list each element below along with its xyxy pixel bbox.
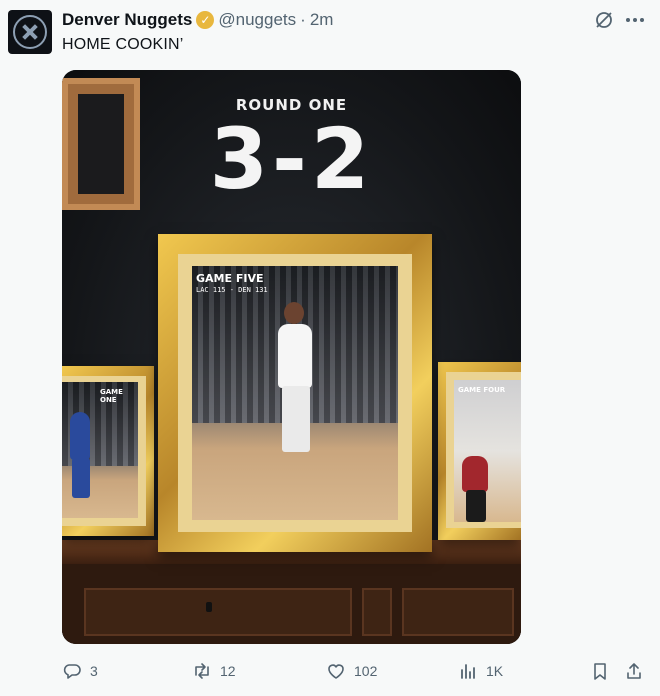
table-body [62,564,521,644]
reply-icon [63,664,81,679]
reply-count: 3 [90,663,98,679]
bookmark-icon [594,663,606,680]
bookmark-button[interactable] [590,658,610,684]
more-icon[interactable] [624,10,646,30]
user-handle[interactable]: @nuggets [218,10,296,30]
player [278,324,312,388]
grok-icon[interactable] [594,10,614,30]
frame-game-five: GAME FIVE LAC 115 - DEN 131 [158,234,432,552]
share-button[interactable] [624,658,644,684]
retweet-count: 12 [220,663,236,679]
tweet-header: Denver Nuggets ✓ @nuggets · 2m [62,9,333,31]
nuggets-logo-icon [13,15,47,49]
timestamp[interactable]: 2m [310,10,334,30]
display-name[interactable]: Denver Nuggets [62,10,192,30]
avatar[interactable] [8,10,52,54]
player [462,456,488,492]
share-icon [627,663,641,679]
retweet-button[interactable]: 12 [192,658,236,684]
tweet-card[interactable]: Denver Nuggets ✓ @nuggets · 2m HOME COOK… [0,0,660,696]
reply-button[interactable]: 3 [62,658,98,684]
frame-game-four: GAME FOUR [438,362,521,540]
player [70,412,90,460]
drawer [362,588,392,636]
game-one-label: GAME ONE [100,388,123,404]
tweet-text: HOME COOKIN’ [62,36,184,53]
views-icon [461,664,475,679]
heart-icon [328,664,344,679]
like-count: 102 [354,663,378,679]
series-score: 3-2 [209,110,374,208]
views-count: 1K [486,663,504,679]
drawer [84,588,352,636]
game-four-photo: GAME FOUR [454,380,521,522]
like-button[interactable]: 102 [326,658,377,684]
separator: · [300,10,306,29]
player-legs [282,386,310,452]
player-legs [466,490,486,522]
game-four-label: GAME FOUR [458,386,506,394]
game-five-photo: GAME FIVE LAC 115 - DEN 131 [192,266,398,520]
game-five-label: GAME FIVE [196,272,264,285]
drawer-knob [206,602,212,612]
frame-game-one: GAME ONE [62,366,154,536]
retweet-icon [195,663,209,679]
drawer [402,588,514,636]
tweet-media-image[interactable]: ROUND ONE 3-2 GAME ONE GAME FOUR GAME FI… [62,70,521,644]
player-legs [72,458,90,498]
tweet-actions: 3 12 102 1K [62,658,652,684]
verified-badge-icon: ✓ [196,11,215,29]
game-five-score: LAC 115 - DEN 131 [196,286,268,294]
player-head [284,302,304,324]
views-button[interactable]: 1K [458,658,503,684]
game-one-photo: GAME ONE [62,382,138,518]
